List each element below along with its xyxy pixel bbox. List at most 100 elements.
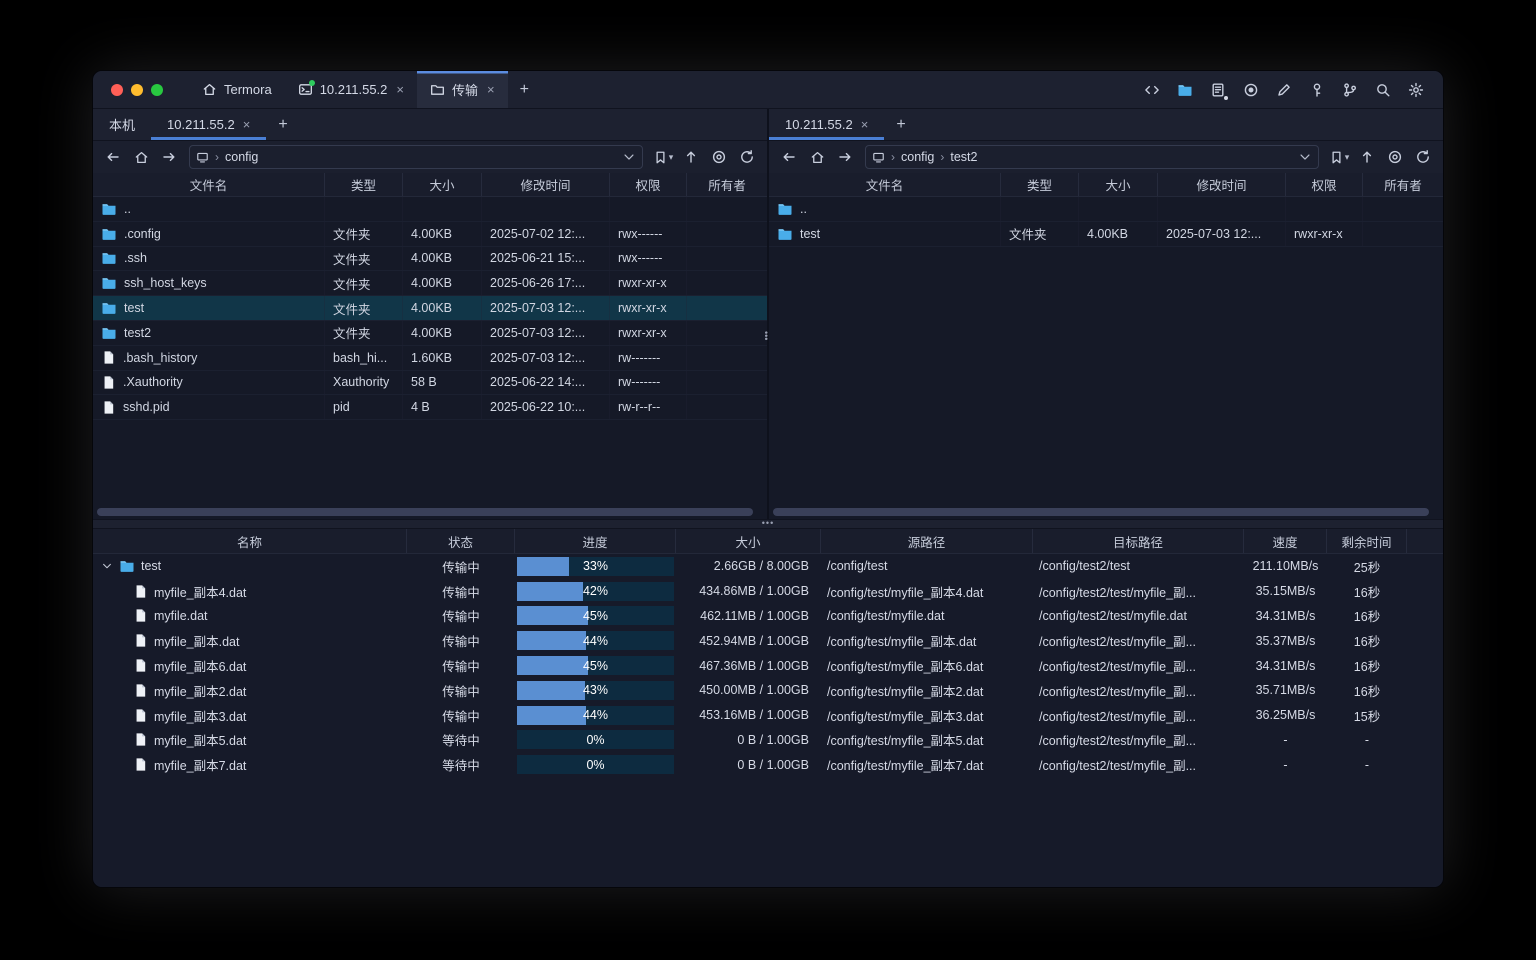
horizontal-scrollbar[interactable]	[773, 508, 1429, 516]
forward-button[interactable]	[833, 145, 857, 169]
column-header[interactable]: 类型	[1001, 173, 1079, 196]
transfer-row[interactable]: myfile_副本3.dat 传输中 44% 453.16MB / 1.00GB…	[93, 703, 1443, 728]
transfer-row[interactable]: myfile.dat 传输中 45% 462.11MB / 1.00GB /co…	[93, 604, 1443, 629]
file-row[interactable]: test2 文件夹 4.00KB 2025-07-03 12:... rwxr-…	[93, 321, 767, 346]
folder-icon	[119, 558, 135, 574]
transfer-row[interactable]: test 传输中 33% 2.66GB / 8.00GB /config/tes…	[93, 554, 1443, 579]
transfer-source-path: /config/test/myfile.dat	[821, 604, 1033, 629]
right-panel-tab-0[interactable]: 10.211.55.2 ×	[769, 109, 884, 140]
key-button[interactable]	[1304, 77, 1330, 103]
zoom-window-button[interactable]	[151, 84, 163, 96]
log-button[interactable]	[1205, 77, 1231, 103]
forward-button[interactable]	[157, 145, 181, 169]
back-button[interactable]	[101, 145, 125, 169]
code-button[interactable]	[1139, 77, 1165, 103]
refresh-icon	[739, 149, 755, 165]
column-header[interactable]: 文件名	[93, 173, 325, 196]
new-window-tab-button[interactable]: +	[508, 71, 541, 108]
show-hidden-button[interactable]	[707, 145, 731, 169]
parent-directory-button[interactable]	[679, 145, 703, 169]
vertical-splitter-grip[interactable]: •••	[764, 331, 768, 340]
home-button[interactable]	[129, 145, 153, 169]
folder-button[interactable]	[1172, 77, 1198, 103]
transfer-row[interactable]: myfile_副本2.dat 传输中 43% 450.00MB / 1.00GB…	[93, 678, 1443, 703]
path-dropdown-chevron[interactable]	[622, 150, 636, 164]
refresh-button[interactable]	[735, 145, 759, 169]
file-row[interactable]: test 文件夹 4.00KB 2025-07-03 12:... rwxr-x…	[93, 296, 767, 321]
column-header[interactable]: 剩余时间	[1327, 529, 1407, 553]
column-header[interactable]: 权限	[1286, 173, 1363, 196]
column-header[interactable]: 大小	[1079, 173, 1158, 196]
bookmark-button[interactable]: ▾	[1327, 145, 1351, 169]
file-row[interactable]: test 文件夹 4.00KB 2025-07-03 12:... rwxr-x…	[769, 222, 1443, 247]
edit-button[interactable]	[1271, 77, 1297, 103]
column-header[interactable]: 名称	[93, 529, 407, 553]
column-header[interactable]: 大小	[676, 529, 821, 553]
transfer-row[interactable]: myfile_副本7.dat 等待中 0% 0 B / 1.00GB /conf…	[93, 752, 1443, 777]
column-header[interactable]: 状态	[407, 529, 515, 553]
column-header[interactable]: 进度	[515, 529, 676, 553]
horizontal-splitter-grip[interactable]: •••	[762, 518, 774, 528]
column-header[interactable]: 源路径	[821, 529, 1033, 553]
refresh-button[interactable]	[1411, 145, 1435, 169]
transfer-source-path: /config/test/myfile_副本3.dat	[821, 703, 1033, 728]
file-row[interactable]: ..	[93, 197, 767, 222]
column-header[interactable]: 目标路径	[1033, 529, 1244, 553]
file-row[interactable]: .config 文件夹 4.00KB 2025-07-02 12:... rwx…	[93, 222, 767, 247]
close-tab-icon[interactable]: ×	[861, 117, 869, 132]
column-header[interactable]: 修改时间	[482, 173, 610, 196]
show-hidden-button[interactable]	[1383, 145, 1407, 169]
window-tab-0[interactable]: Termora	[189, 71, 285, 108]
column-header[interactable]: 所有者	[1363, 173, 1443, 196]
close-tab-icon[interactable]: ×	[243, 117, 251, 132]
transfer-row[interactable]: myfile_副本.dat 传输中 44% 452.94MB / 1.00GB …	[93, 628, 1443, 653]
column-header[interactable]: 所有者	[687, 173, 767, 196]
window-tab-1[interactable]: 10.211.55.2 ×	[285, 71, 417, 108]
panel-tab-label: 10.211.55.2	[167, 117, 235, 132]
horizontal-splitter[interactable]: •••	[93, 519, 1443, 529]
transfer-name: myfile_副本4.dat	[154, 582, 246, 601]
column-header[interactable]: 文件名	[769, 173, 1001, 196]
parent-directory-button[interactable]	[1355, 145, 1379, 169]
close-tab-icon[interactable]: ×	[396, 82, 404, 97]
breadcrumb-segment[interactable]: config	[901, 150, 934, 164]
path-dropdown-chevron[interactable]	[1298, 150, 1312, 164]
right-path-breadcrumb[interactable]: ›config›test2	[865, 145, 1319, 169]
window-tab-2[interactable]: 传输 ×	[417, 71, 508, 108]
column-header[interactable]: 速度	[1244, 529, 1327, 553]
settings-button[interactable]	[1403, 77, 1429, 103]
minimize-window-button[interactable]	[131, 84, 143, 96]
bookmark-button[interactable]: ▾	[651, 145, 675, 169]
search-button[interactable]	[1370, 77, 1396, 103]
transfer-row[interactable]: myfile_副本5.dat 等待中 0% 0 B / 1.00GB /conf…	[93, 728, 1443, 753]
column-header[interactable]: 类型	[325, 173, 403, 196]
horizontal-scrollbar[interactable]	[97, 508, 753, 516]
file-row[interactable]: .Xauthority Xauthority 58 B 2025-06-22 1…	[93, 371, 767, 396]
file-row[interactable]: .ssh 文件夹 4.00KB 2025-06-21 15:... rwx---…	[93, 247, 767, 272]
close-window-button[interactable]	[111, 84, 123, 96]
collapse-chevron-icon[interactable]	[101, 560, 113, 572]
record-button[interactable]	[1238, 77, 1264, 103]
left-path-breadcrumb[interactable]: ›config	[189, 145, 643, 169]
transfer-row[interactable]: myfile_副本4.dat 传输中 42% 434.86MB / 1.00GB…	[93, 579, 1443, 604]
column-header[interactable]: 修改时间	[1158, 173, 1286, 196]
left-new-panel-tab-button[interactable]: +	[266, 109, 299, 140]
column-header[interactable]: 大小	[403, 173, 482, 196]
file-row[interactable]: ssh_host_keys 文件夹 4.00KB 2025-06-26 17:.…	[93, 271, 767, 296]
column-header[interactable]: 权限	[610, 173, 687, 196]
breadcrumb-segment[interactable]: test2	[950, 150, 977, 164]
file-row[interactable]: ..	[769, 197, 1443, 222]
file-perm: rw-------	[610, 346, 687, 370]
breadcrumb-segment[interactable]: config	[225, 150, 258, 164]
file-row[interactable]: sshd.pid pid 4 B 2025-06-22 10:... rw-r-…	[93, 395, 767, 420]
transfer-row[interactable]: myfile_副本6.dat 传输中 45% 467.36MB / 1.00GB…	[93, 653, 1443, 678]
branch-button[interactable]	[1337, 77, 1363, 103]
right-new-panel-tab-button[interactable]: +	[884, 109, 917, 140]
file-name: test	[124, 301, 144, 315]
left-panel-tab-0[interactable]: 本机	[93, 109, 151, 140]
home-button[interactable]	[805, 145, 829, 169]
file-row[interactable]: .bash_history bash_hi... 1.60KB 2025-07-…	[93, 346, 767, 371]
left-panel-tab-1[interactable]: 10.211.55.2 ×	[151, 109, 266, 140]
close-tab-icon[interactable]: ×	[487, 82, 495, 97]
back-button[interactable]	[777, 145, 801, 169]
